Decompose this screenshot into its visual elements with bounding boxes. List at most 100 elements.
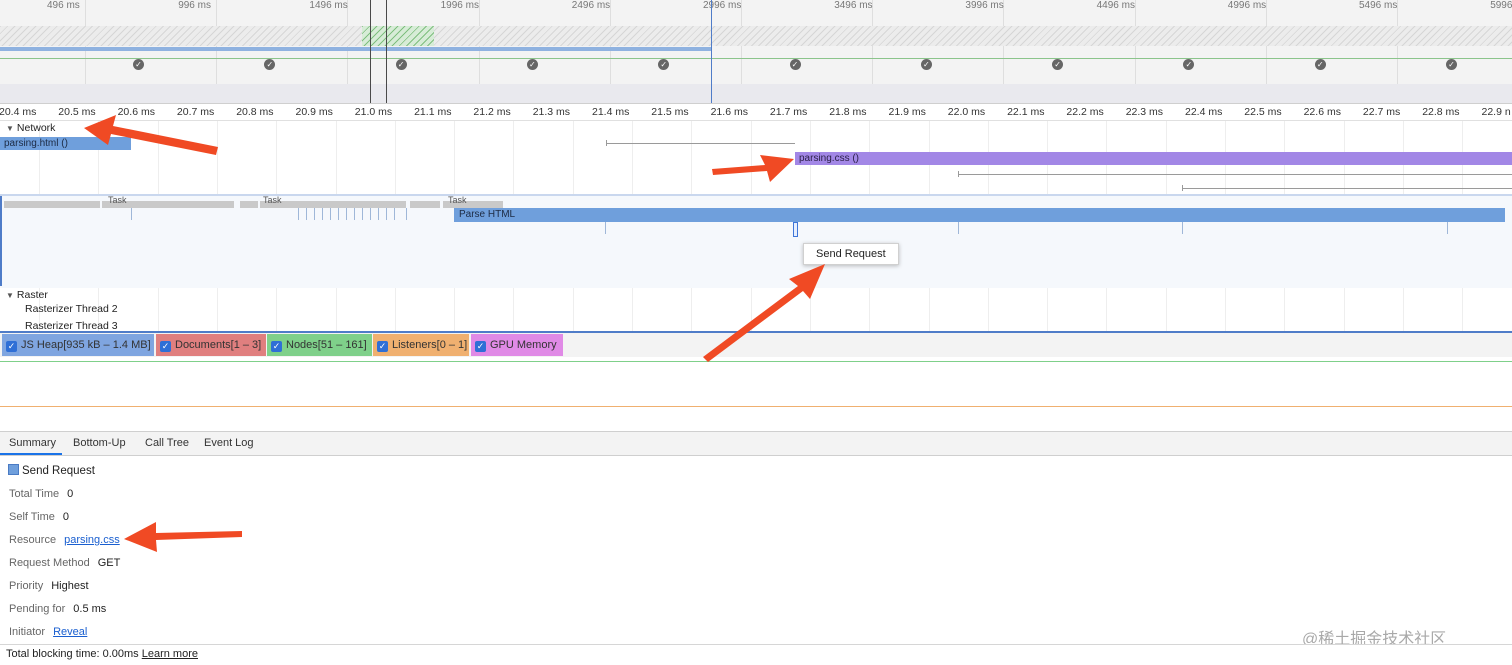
status-footer [0,644,1512,665]
frame-marker-icon[interactable]: ✓ [526,59,538,70]
request-wait-line [606,143,795,144]
overview-tick-label: 5496 ms [1359,0,1398,11]
checkbox-checked-icon[interactable]: ✓ [271,341,282,352]
initiator-reveal-link[interactable]: Reveal [53,626,87,638]
ruler-tick-label: 22.0 ms [947,106,986,118]
event-tick [370,208,371,220]
checkbox-checked-icon[interactable]: ✓ [160,341,171,352]
network-request-css[interactable]: parsing.css () [795,152,1512,165]
overview-tick-label: 996 ms [178,0,211,11]
counter-gpu-memory[interactable]: ✓ GPU Memory [471,334,563,356]
overview-heap-strip [0,84,1512,103]
frame-marker-icon[interactable]: ✓ [395,59,407,70]
event-tick [330,208,331,220]
frame-marker-icon[interactable]: ✓ [1446,59,1457,70]
ruler-tick-label: 21.0 ms [354,106,393,118]
frame-marker-icon[interactable]: ✓ [133,59,144,70]
summary-request-method: Request Method GET [9,557,121,569]
overview-activity-hatch [362,26,434,46]
summary-priority: Priority Highest [9,580,89,592]
tab-call-tree[interactable]: Call Tree [145,437,189,449]
event-tick [1447,222,1448,234]
overview-network-bar [0,47,712,51]
overview-tick-label: 5996 ms [1490,0,1512,11]
task-bar[interactable] [410,201,440,208]
counter-js-heap[interactable]: ✓ JS Heap[935 kB – 1.4 MB] [2,334,154,356]
event-tick [338,208,339,220]
send-request-event[interactable] [793,222,798,237]
ruler-tick-label: 22.6 ms [1303,106,1341,118]
event-tick [406,208,407,220]
ruler-tick-label: 22.5 ms [1244,106,1282,118]
task-label: Task [448,195,467,205]
timeline-overview[interactable]: 496 ms 996 ms 1496 ms 1996 ms 2496 ms 2996 ms… [0,0,1512,104]
ruler-tick-label: 21.2 ms [473,106,511,118]
ruler-tick-label: 21.8 ms [829,106,867,118]
event-tick [314,208,315,220]
raster-thread-2[interactable]: Rasterizer Thread 2 [25,303,118,315]
overview-tick-label: 1996 ms [440,0,479,11]
resource-link[interactable]: parsing.css [64,534,120,546]
raster-track-header[interactable]: ▼ Raster [6,289,48,301]
tab-bottom-up[interactable]: Bottom-Up [73,437,126,449]
parse-html-event[interactable]: Parse HTML [454,208,1505,222]
counter-documents[interactable]: ✓ Documents[1 – 3] [156,334,266,356]
event-tick [362,208,363,220]
ruler-tick-label: 20.6 ms [117,106,155,118]
overview-tick-label: 3996 ms [965,0,1004,11]
request-download-tick [958,171,959,177]
frame-marker-icon[interactable]: ✓ [1183,59,1195,70]
task-bar[interactable] [4,201,100,208]
frame-marker-icon[interactable]: ✓ [789,59,801,70]
event-tick [1182,222,1183,234]
ruler-tick-label: 22.8 ms [1422,106,1460,118]
checkbox-checked-icon[interactable]: ✓ [377,341,388,352]
event-tick [306,208,307,220]
details-tabs: Summary Bottom-Up Call Tree Event Log [0,431,1512,456]
counter-listeners[interactable]: ✓ Listeners[0 – 1] [373,334,469,356]
network-track-header[interactable]: ▼ Network [6,122,55,134]
frame-marker-icon[interactable]: ✓ [920,59,932,70]
tab-summary[interactable]: Summary [9,437,56,449]
tab-event-log[interactable]: Event Log [204,437,254,449]
arrow-resource [124,522,242,552]
frame-marker-icon[interactable]: ✓ [264,59,276,70]
ruler-tick-label: 22.7 ms [1362,106,1401,118]
ruler-tick-label: 21.5 ms [651,106,689,118]
ruler-tick-label: 21.9 ms [888,106,926,118]
event-tick [394,208,395,220]
task-label: Task [108,195,127,205]
summary-title: Send Request [8,464,95,477]
listeners-line [0,406,1512,407]
arrow-css [712,155,794,182]
overview-selection-right[interactable] [386,0,387,103]
ruler-tick-label: 22.1 ms [1007,106,1045,118]
ruler-tick-label: 21.7 ms [769,106,808,118]
overview-selection-left[interactable] [370,0,371,103]
active-tab-indicator [0,453,62,455]
checkbox-checked-icon[interactable]: ✓ [475,341,486,352]
frame-marker-icon[interactable]: ✓ [658,59,670,70]
time-ruler: 20.4 ms 20.5 ms 20.6 ms 20.7 ms 20.8 ms 20.9 … [0,104,1512,121]
event-tick [378,208,379,220]
ruler-tick-label: 20.7 ms [176,106,215,118]
summary-total-time: Total Time 0 [9,488,74,500]
ruler-tick-label: 21.3 ms [532,106,571,118]
event-tick [131,208,132,220]
event-tick [322,208,323,220]
event-tick [958,222,959,234]
event-tick [605,222,606,234]
task-bar[interactable] [240,201,258,208]
expand-triangle-icon: ▼ [6,291,14,300]
overview-tick-label: 2496 ms [571,0,611,11]
frame-marker-icon[interactable]: ✓ [1314,59,1326,70]
checkbox-checked-icon[interactable]: ✓ [6,341,17,352]
frame-marker-icon[interactable]: ✓ [1052,59,1064,70]
counter-nodes[interactable]: ✓ Nodes[51 – 161] [267,334,372,356]
learn-more-link[interactable]: Learn more [142,648,198,660]
ruler-tick-label: 20.4 ms [0,106,37,118]
network-request-html[interactable]: parsing.html () [0,137,131,150]
ruler-tick-label: 20.5 ms [58,106,96,118]
ruler-tick-label: 20.9 ms [295,106,333,118]
task-label: Task [263,195,282,205]
